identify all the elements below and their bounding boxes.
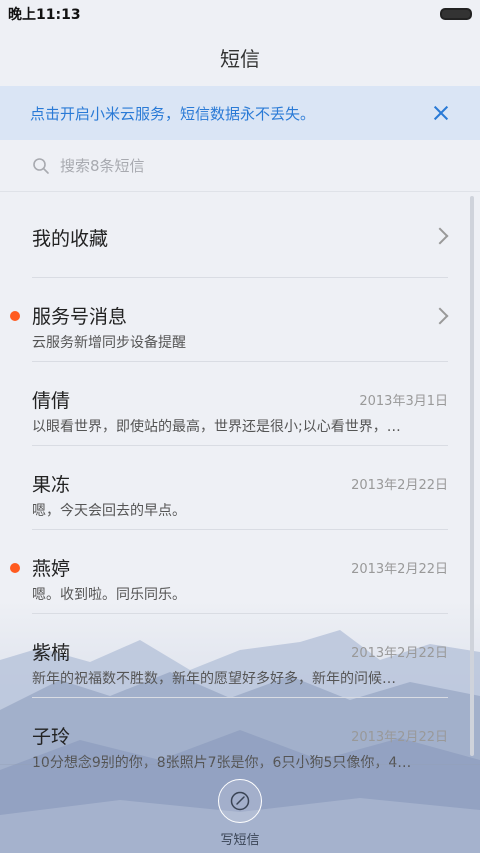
- compose-button[interactable]: [218, 779, 262, 823]
- list-item[interactable]: 倩倩 2013年3月1日 以眼看世界，即使站的最高，世界还是很小;以心看世界，…: [32, 362, 448, 446]
- search-icon: [33, 157, 49, 174]
- chevron-right-icon: [431, 307, 449, 325]
- message-preview: 以眼看世界，即使站的最高，世界还是很小;以心看世界，…: [32, 419, 401, 435]
- conversation-list: 我的收藏 服务号消息 云服务新增同步设备提醒 倩倩 2013年3月1日 以眼看世…: [0, 194, 480, 782]
- list-item[interactable]: 燕婷 2013年2月22日 嗯。收到啦。同乐同乐。: [10, 530, 448, 614]
- list-item[interactable]: 果冻 2013年2月22日 嗯，今天会回去的早点。: [32, 446, 448, 530]
- contact-name: 果冻: [32, 474, 71, 496]
- search-input[interactable]: [60, 156, 440, 175]
- favorites-row[interactable]: 我的收藏: [32, 194, 449, 278]
- contact-name: 子玲: [32, 726, 71, 748]
- status-time: 晚上11:13: [8, 7, 81, 23]
- search-bar[interactable]: [0, 140, 480, 192]
- close-icon[interactable]: [432, 104, 450, 122]
- message-date: 2013年2月22日: [351, 478, 448, 493]
- contact-name: 倩倩: [32, 390, 71, 412]
- message-preview: 嗯，今天会回去的早点。: [32, 503, 186, 519]
- list-item[interactable]: 服务号消息 云服务新增同步设备提醒: [10, 278, 449, 362]
- favorites-label: 我的收藏: [32, 228, 109, 250]
- contact-name: 服务号消息: [32, 306, 128, 328]
- message-preview: 新年的祝福数不胜数，新年的愿望好多好多，新年的问候…: [32, 671, 396, 687]
- status-bar: 晚上11:13: [0, 0, 480, 28]
- message-date: 2013年2月22日: [351, 646, 448, 661]
- battery-icon: [440, 8, 472, 20]
- page-title: 短信: [220, 46, 260, 71]
- header: 短信: [0, 28, 480, 86]
- scrollbar[interactable]: [470, 196, 474, 756]
- message-date: 2013年2月22日: [351, 562, 448, 577]
- bottom-bar: 写短信: [0, 764, 480, 853]
- message-date: 2013年2月22日: [351, 730, 448, 745]
- list-item[interactable]: 紫楠 2013年2月22日 新年的祝福数不胜数，新年的愿望好多好多，新年的问候…: [32, 614, 448, 698]
- compose-icon: [230, 791, 250, 811]
- cloud-service-banner[interactable]: 点击开启小米云服务，短信数据永不丢失。: [0, 86, 480, 140]
- compose-label[interactable]: 写短信: [220, 829, 259, 848]
- banner-text[interactable]: 点击开启小米云服务，短信数据永不丢失。: [30, 103, 315, 124]
- message-preview: 云服务新增同步设备提醒: [32, 335, 186, 351]
- unread-dot-icon: [10, 563, 20, 573]
- contact-name: 紫楠: [32, 642, 71, 664]
- unread-dot-icon: [10, 311, 20, 321]
- message-preview: 嗯。收到啦。同乐同乐。: [32, 587, 186, 603]
- contact-name: 燕婷: [32, 558, 71, 580]
- message-date: 2013年3月1日: [359, 394, 448, 409]
- chevron-right-icon: [431, 227, 449, 245]
